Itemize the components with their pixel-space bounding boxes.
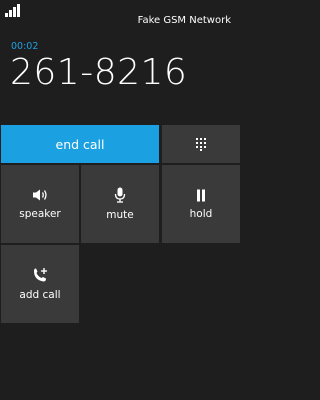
- microphone-icon: [114, 187, 126, 203]
- hold-button[interactable]: hold: [162, 165, 240, 243]
- speaker-icon: [33, 189, 47, 201]
- call-timer: 00:02: [11, 41, 39, 52]
- add-call-button[interactable]: add call: [1, 245, 79, 323]
- signal-bars-icon: [5, 4, 20, 17]
- mute-button[interactable]: mute: [81, 165, 159, 243]
- end-call-button[interactable]: end call: [1, 125, 159, 163]
- add-call-label: add call: [19, 289, 61, 301]
- speaker-label: speaker: [19, 208, 61, 220]
- mute-label: mute: [106, 209, 134, 221]
- hold-label: hold: [189, 207, 213, 220]
- add-call-icon: [34, 268, 47, 282]
- keypad-button[interactable]: [162, 125, 240, 163]
- phone-number: 261-8216: [10, 52, 188, 93]
- end-call-label: end call: [55, 136, 105, 152]
- speaker-button[interactable]: speaker: [1, 165, 79, 243]
- keypad-icon: [196, 138, 206, 151]
- pause-icon: [197, 189, 205, 201]
- network-name: Fake GSM Network: [137, 15, 231, 26]
